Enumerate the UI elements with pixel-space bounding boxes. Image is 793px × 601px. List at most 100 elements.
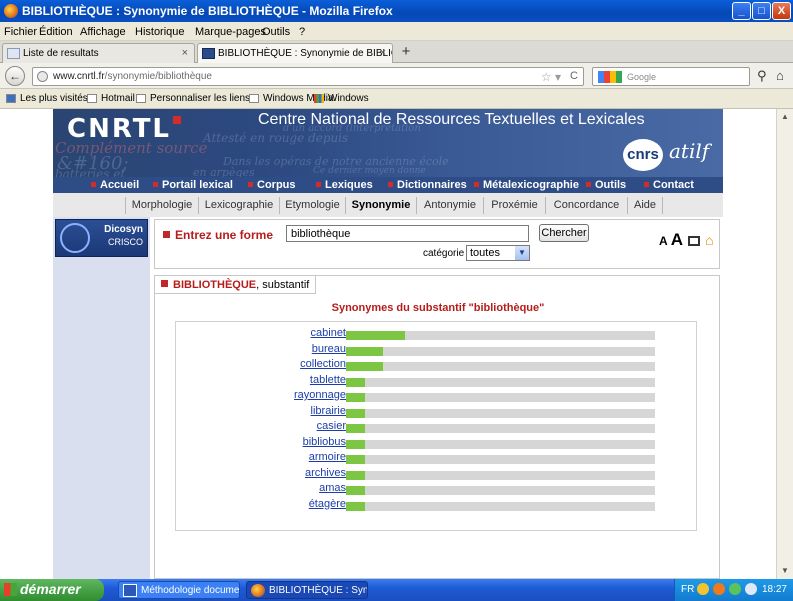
nav-dictionnaires[interactable]: Dictionnaires (388, 179, 467, 191)
subnav-concordance[interactable]: Concordance (545, 197, 627, 214)
nav-metalexicographie[interactable]: Métalexicographie (474, 179, 579, 191)
minimize-button[interactable]: _ (732, 2, 751, 20)
subnav-synonymie[interactable]: Synonymie (345, 197, 416, 214)
tab-liste-de-resultats[interactable]: Liste de resultats × (2, 43, 195, 63)
tab-close-icon[interactable]: × (182, 47, 188, 59)
firefox-icon (251, 584, 265, 597)
start-button[interactable]: démarrer (0, 579, 104, 601)
nav-lexiques[interactable]: Lexiques (316, 179, 373, 191)
word-input[interactable] (286, 225, 529, 242)
synonym-link[interactable]: cabinet (256, 327, 346, 339)
subnav-morphologie[interactable]: Morphologie (125, 197, 198, 214)
window-title-bar[interactable]: BIBLIOTHÈQUE : Synonymie de BIBLIOTHÈQUE… (0, 0, 793, 22)
synonym-link[interactable]: librairie (256, 405, 346, 417)
synonym-link[interactable]: casier (256, 420, 346, 432)
synonym-bar-track (346, 393, 655, 402)
nav-corpus[interactable]: Corpus (248, 179, 296, 191)
taskbar-firefox[interactable]: BIBLIOTHÈQUE : Syn... (246, 581, 368, 599)
synonym-link[interactable]: rayonnage (256, 389, 346, 401)
bookmark-plus-visites[interactable]: Les plus visités (6, 93, 88, 104)
bookmark-star-icon[interactable]: ☆ ▾ (541, 70, 561, 84)
synonym-heading: Synonymes du substantif "bibliothèque" (331, 302, 545, 314)
chercher-button[interactable]: Chercher (539, 224, 589, 242)
synonym-bar-track (346, 377, 655, 387)
back-button[interactable]: ← (5, 66, 25, 86)
atilf-logo[interactable]: atilf (669, 139, 709, 163)
menu-edition[interactable]: Édition (39, 26, 73, 38)
menu-historique[interactable]: Historique (135, 26, 185, 38)
synonym-link[interactable]: tablette (256, 374, 346, 386)
close-button[interactable]: X (772, 2, 791, 20)
nav-portail-lexical[interactable]: Portail lexical (153, 179, 233, 191)
synonym-link[interactable]: bibliobus (256, 436, 346, 448)
synonym-link[interactable]: amas (256, 482, 346, 494)
synonym-link[interactable]: armoire (256, 451, 346, 463)
home-icon[interactable]: ⌂ (776, 68, 784, 83)
tray-update-icon[interactable] (745, 583, 757, 595)
nav-contact[interactable]: Contact (644, 179, 694, 191)
nav-outils[interactable]: Outils (586, 179, 626, 191)
search-engine-icon[interactable] (598, 71, 622, 83)
decrease-font-icon[interactable]: A (659, 234, 668, 248)
home-icon[interactable]: ⌂ (705, 232, 713, 248)
bookmark-icon (87, 94, 97, 103)
tab-bibliotheque[interactable]: BIBLIOTHÈQUE : Synonymie de BIBLIOT... × (197, 43, 393, 63)
entry-word: BIBLIOTHÈQUE (173, 279, 257, 291)
print-icon[interactable] (688, 236, 701, 246)
maximize-button[interactable]: □ (752, 2, 771, 20)
menu-bar: Fichier Édition Affichage Historique Mar… (0, 22, 793, 41)
bookmark-hotmail[interactable]: Hotmail (87, 93, 135, 104)
bookmark-icon (136, 94, 146, 103)
dicosyn-logo[interactable]: Dicosyn CRISCO (55, 219, 148, 257)
subnav-lexicographie[interactable]: Lexicographie (198, 197, 279, 214)
language-indicator[interactable]: FR (681, 584, 694, 595)
reload-icon[interactable]: C (570, 70, 578, 82)
start-label: démarrer (20, 581, 81, 597)
synonym-link[interactable]: archives (256, 467, 346, 479)
tab-close-icon[interactable]: × (380, 47, 386, 59)
synonym-list: cabinet bureau collection tablette rayonnage… (175, 321, 697, 531)
bookmark-label: Windows (328, 93, 369, 104)
taskbar-word-doc[interactable]: Méthodologie docume... (118, 581, 240, 599)
subnav-proxemie[interactable]: Proxémie (483, 197, 545, 214)
tray-volume-icon[interactable] (697, 583, 709, 595)
taskbar-button-label: BIBLIOTHÈQUE : Syn... (269, 585, 368, 596)
subnav-aide[interactable]: Aide (627, 197, 663, 214)
chevron-down-icon[interactable]: ▼ (515, 246, 529, 260)
page-tools: A A ⌂ (659, 230, 714, 250)
synonym-bar-fill (346, 331, 405, 340)
bookmark-label: Les plus visités (20, 93, 88, 104)
menu-marque-pages[interactable]: Marque-pages (195, 26, 266, 38)
scroll-down-icon[interactable]: ▼ (777, 563, 793, 579)
tray-network-icon[interactable] (729, 583, 741, 595)
bookmark-personnaliser[interactable]: Personnaliser les liens (136, 93, 250, 104)
search-icon[interactable]: ⚲ (757, 68, 767, 84)
tray-security-icon[interactable] (713, 583, 725, 595)
menu-fichier[interactable]: Fichier (4, 26, 37, 38)
synonym-link[interactable]: collection (256, 358, 346, 370)
url-bar[interactable]: www.cnrtl.fr/synonymie/bibliothèque ☆ ▾ … (32, 67, 584, 86)
menu-outils[interactable]: Outils (262, 26, 290, 38)
synonym-bar-track (346, 501, 655, 511)
firefox-icon (4, 4, 18, 18)
subnav-antonymie[interactable]: Antonymie (416, 197, 483, 214)
synonym-bar-track (346, 439, 655, 449)
cnrs-logo[interactable]: cnrs (623, 139, 663, 171)
synonym-link[interactable]: étagère (256, 498, 346, 510)
synonym-bar-track (346, 455, 655, 464)
category-select[interactable]: toutes ▼ (466, 245, 530, 261)
synonym-link[interactable]: bureau (256, 343, 346, 355)
new-tab-button[interactable]: + (397, 43, 415, 61)
site-identity-icon[interactable] (37, 71, 48, 82)
menu-affichage[interactable]: Affichage (80, 26, 126, 38)
vertical-scrollbar[interactable]: ▲ ▼ (776, 109, 793, 579)
entry-tab[interactable]: BIBLIOTHÈQUE, substantif (155, 276, 317, 294)
nav-accueil[interactable]: Accueil (91, 179, 139, 191)
cnrtl-logo[interactable]: CNRTL (67, 114, 181, 144)
scroll-up-icon[interactable]: ▲ (777, 109, 793, 125)
increase-font-icon[interactable]: A (671, 230, 683, 249)
menu-help[interactable]: ? (299, 26, 305, 38)
search-bar[interactable]: Google (592, 67, 750, 86)
subnav-etymologie[interactable]: Etymologie (279, 197, 345, 214)
bookmark-windows[interactable]: Windows (314, 93, 369, 104)
